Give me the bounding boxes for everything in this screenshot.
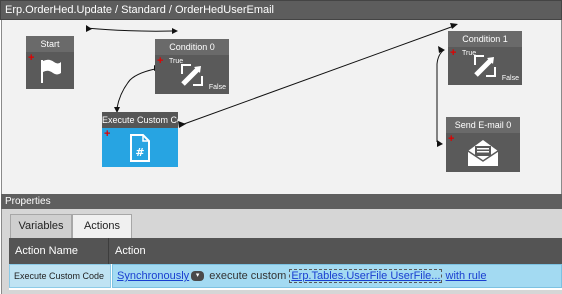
flag-icon (41, 59, 61, 83)
add-icon[interactable]: + (28, 53, 34, 64)
condition-arrow-icon (181, 63, 203, 86)
node-title: Condition 0 (155, 39, 229, 55)
actions-grid: Action Name Action Execute Custom Code 0… (9, 238, 562, 294)
node-send-email[interactable]: Send E-mail 0 + (446, 117, 520, 172)
arrowhead (437, 140, 443, 147)
add-icon[interactable]: + (104, 129, 110, 140)
node-title: Start (26, 36, 74, 52)
arrowhead (172, 28, 178, 34)
action-text: execute custom (206, 270, 290, 282)
node-start[interactable]: Start + (26, 36, 74, 89)
node-title: Condition 1 (448, 31, 522, 47)
arrowhead (178, 121, 186, 128)
node-execute-custom-code[interactable]: Execute Custom Co + # (102, 112, 178, 167)
svg-text:#: # (135, 146, 144, 159)
table-link[interactable]: Erp.Tables.UserFile UserFile... (289, 269, 443, 283)
add-icon[interactable]: + (448, 134, 454, 145)
arrowhead (450, 23, 458, 29)
properties-title: Properties (1, 194, 562, 209)
synchronously-link[interactable]: Synchronously (117, 270, 189, 282)
node-condition1[interactable]: Condition 1 + True False (448, 31, 522, 85)
connector-start-condition0 (85, 27, 173, 32)
condition-arrow-icon (474, 55, 496, 77)
arrowhead (86, 25, 92, 32)
workflow-canvas[interactable]: Start + Condition 0 + True False Execute… (1, 20, 562, 194)
add-icon[interactable]: + (157, 56, 163, 67)
node-title: Send E-mail 0 (446, 117, 520, 133)
tab-variables[interactable]: Variables (10, 214, 72, 238)
window-title: Erp.OrderHed.Update / Standard / OrderHe… (0, 0, 562, 20)
node-condition0[interactable]: Condition 0 + True False (155, 39, 229, 94)
action-name-cell[interactable]: Execute Custom Code 0 (9, 264, 111, 294)
connector-condition0-custom (116, 67, 161, 109)
envelope-icon (467, 139, 499, 166)
custom-code-file-icon: # (130, 133, 150, 162)
column-header-action-name[interactable]: Action Name (9, 238, 109, 264)
chevron-down-icon[interactable]: ▾ (191, 271, 205, 282)
add-icon[interactable]: + (450, 48, 456, 59)
connector-condition1-email (436, 49, 445, 142)
with-rule-link[interactable]: with rule (446, 270, 487, 282)
table-row[interactable]: Synchronously ▾ execute custom Erp.Tables… (112, 264, 562, 288)
false-label: False (208, 84, 226, 91)
false-label: False (501, 75, 519, 82)
node-title: Execute Custom Co (102, 112, 178, 128)
tab-actions[interactable]: Actions (72, 214, 132, 238)
column-header-action[interactable]: Action (109, 238, 562, 264)
